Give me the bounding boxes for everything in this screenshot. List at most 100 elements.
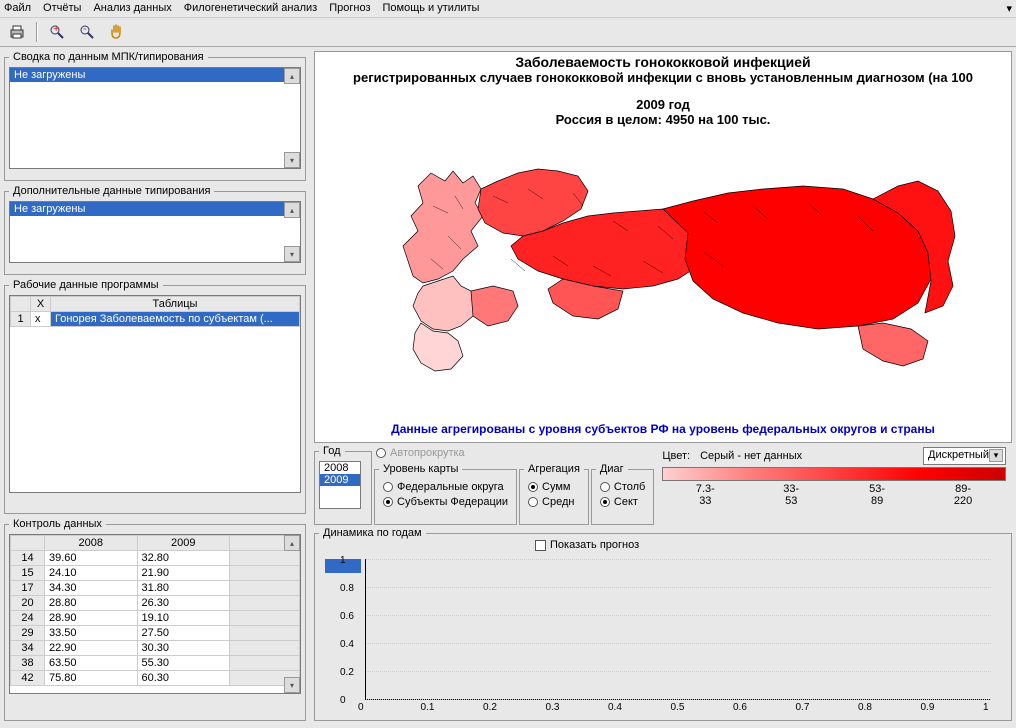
table-row[interactable]: 1734.3031.80: [11, 581, 300, 596]
panel-dop-title: Дополнительные данные типирования: [9, 185, 214, 197]
table-row[interactable]: 3422.9030.30: [11, 641, 300, 656]
svg-text:-: -: [83, 24, 87, 35]
russia-map[interactable]: [315, 131, 1011, 391]
scroll-up-icon[interactable]: ▴: [284, 202, 300, 218]
zoom-in-icon[interactable]: +: [46, 21, 68, 43]
legend-labels: 7.3- 33 33- 53 53- 89 89- 220: [662, 483, 1006, 507]
x-tick: 0.3: [546, 702, 560, 713]
kontrol-grid[interactable]: 20082009 1439.6032.801524.1021.901734.30…: [9, 534, 301, 694]
table-row[interactable]: 2028.8026.30: [11, 596, 300, 611]
panel-svodka-title: Сводка по данным МПК/типирования: [9, 51, 208, 63]
year-2008[interactable]: 2008: [320, 462, 360, 474]
scroll-down-icon[interactable]: ▾: [284, 152, 300, 168]
table-row[interactable]: 1439.6032.80: [11, 551, 300, 566]
panel-dop: Дополнительные данные типирования Не заг…: [4, 185, 306, 275]
agg-mean-radio[interactable]: [528, 497, 538, 507]
agg-sum-label: Сумм: [542, 481, 570, 493]
scroll-up-icon[interactable]: ▴: [284, 68, 300, 84]
menu-help[interactable]: Помощь и утилиты: [383, 2, 480, 15]
rabochie-row[interactable]: Гонорея Заболеваемость по субъектам (...: [51, 312, 300, 327]
year-list[interactable]: 2008 2009: [319, 461, 361, 509]
y-tick: 0.2: [340, 667, 354, 678]
dop-listbox[interactable]: Не загружены ▴ ▾: [9, 201, 301, 263]
maplevel-subjects-radio[interactable]: [383, 497, 393, 507]
pan-icon[interactable]: [106, 21, 128, 43]
agg-label: Агрегация: [524, 463, 584, 475]
diag-bar-label: Столб: [614, 481, 645, 493]
print-icon[interactable]: [6, 21, 28, 43]
toolbar: + -: [0, 18, 1016, 47]
diag-label: Диаг: [596, 463, 628, 475]
rabochie-grid[interactable]: XТаблицы 1xГонорея Заболеваемость по суб…: [9, 295, 301, 493]
x-tick: 0.7: [796, 702, 810, 713]
x-tick: 0.8: [858, 702, 872, 713]
panel-kontrol: Контроль данных 20082009 1439.6032.80152…: [4, 518, 306, 721]
x-tick: 0.2: [483, 702, 497, 713]
table-row[interactable]: 1524.1021.90: [11, 566, 300, 581]
map-year: 2009 год: [315, 97, 1011, 112]
table-row[interactable]: 3863.5055.30: [11, 656, 300, 671]
panel-rabochie-title: Рабочие данные программы: [9, 279, 163, 291]
scroll-down-icon[interactable]: ▾: [284, 677, 300, 693]
svg-text:+: +: [53, 24, 59, 35]
table-row[interactable]: 4275.8060.30: [11, 671, 300, 686]
menubar: Файл Отчёты Анализ данных Филогенетическ…: [0, 0, 1016, 18]
map-subtitle: регистрированных случаев гонококковой ин…: [315, 70, 1011, 85]
menu-file[interactable]: Файл: [4, 2, 31, 15]
scroll-up-icon[interactable]: ▴: [284, 535, 300, 551]
diag-pie-radio[interactable]: [600, 497, 610, 507]
col-tables: Таблицы: [51, 297, 300, 312]
minimize-icon[interactable]: ▾: [1006, 2, 1012, 15]
menu-analysis[interactable]: Анализ данных: [93, 2, 171, 15]
year-fieldset: Год 2008 2009: [314, 445, 372, 525]
show-forecast-label: Показать прогноз: [550, 539, 639, 551]
show-forecast-checkbox[interactable]: [535, 540, 546, 551]
x-tick: 0: [358, 702, 364, 713]
scroll-down-icon[interactable]: ▾: [284, 246, 300, 262]
agg-mean-label: Средн: [542, 496, 574, 508]
panel-kontrol-title: Контроль данных: [9, 518, 106, 530]
controls-row: Год 2008 2009 Автопрокрутка Уровень карт…: [314, 445, 1012, 525]
y-tick: 0.4: [340, 639, 354, 650]
x-tick: 0.5: [671, 702, 685, 713]
map-total: Россия в целом: 4950 на 100 тыс.: [315, 112, 1011, 127]
dop-item[interactable]: Не загружены: [10, 202, 300, 216]
right-column: Заболеваемость гонококковой инфекцией ре…: [310, 47, 1016, 725]
agg-sum-radio[interactable]: [528, 482, 538, 492]
x-tick: 0.4: [608, 702, 622, 713]
svodka-listbox[interactable]: Не загружены ▴ ▾: [9, 67, 301, 169]
panel-svodka: Сводка по данным МПК/типирования Не загр…: [4, 51, 306, 181]
svodka-item[interactable]: Не загружены: [10, 68, 300, 82]
y-tick: 0.6: [340, 611, 354, 622]
map-title: Заболеваемость гонококковой инфекцией: [315, 52, 1011, 70]
dynamics-panel: Динамика по годам Показать прогноз 00.20…: [314, 527, 1012, 721]
x-tick: 0.9: [921, 702, 935, 713]
maplevel-federal-label: Федеральные округа: [397, 481, 504, 493]
maplevel-fieldset: Уровень карты Федеральные округа Субъект…: [374, 463, 517, 525]
autoscroll-label: Автопрокрутка: [390, 447, 465, 459]
col-x: X: [31, 297, 51, 312]
table-row[interactable]: 2933.5027.50: [11, 626, 300, 641]
table-row[interactable]: 2428.9019.10: [11, 611, 300, 626]
panel-rabochie: Рабочие данные программы XТаблицы 1xГоно…: [4, 279, 306, 514]
map-note: Данные агрегированы с уровня субъектов Р…: [315, 422, 1011, 436]
x-tick: 1: [983, 702, 989, 713]
maplevel-subjects-label: Субъекты Федерации: [397, 496, 508, 508]
x-tick: 0.1: [421, 702, 435, 713]
color-panel: Цвет: Серый - нет данных Дискретный 7.3-…: [656, 445, 1012, 525]
autoscroll-radio: [376, 448, 386, 458]
menu-phylo[interactable]: Филогенетический анализ: [184, 2, 318, 15]
diag-bar-radio[interactable]: [600, 482, 610, 492]
agg-fieldset: Агрегация Сумм Средн: [519, 463, 589, 525]
menu-forecast[interactable]: Прогноз: [329, 2, 370, 15]
color-mode-dropdown[interactable]: Дискретный: [923, 447, 1006, 465]
year-label: Год: [319, 445, 345, 457]
year-2009[interactable]: 2009: [320, 474, 360, 486]
y-tick: 1: [340, 555, 346, 566]
color-note: Серый - нет данных: [700, 450, 802, 462]
x-tick: 0.6: [733, 702, 747, 713]
menu-reports[interactable]: Отчёты: [43, 2, 81, 15]
maplevel-federal-radio[interactable]: [383, 482, 393, 492]
zoom-out-icon[interactable]: -: [76, 21, 98, 43]
y-tick: 0.8: [340, 583, 354, 594]
